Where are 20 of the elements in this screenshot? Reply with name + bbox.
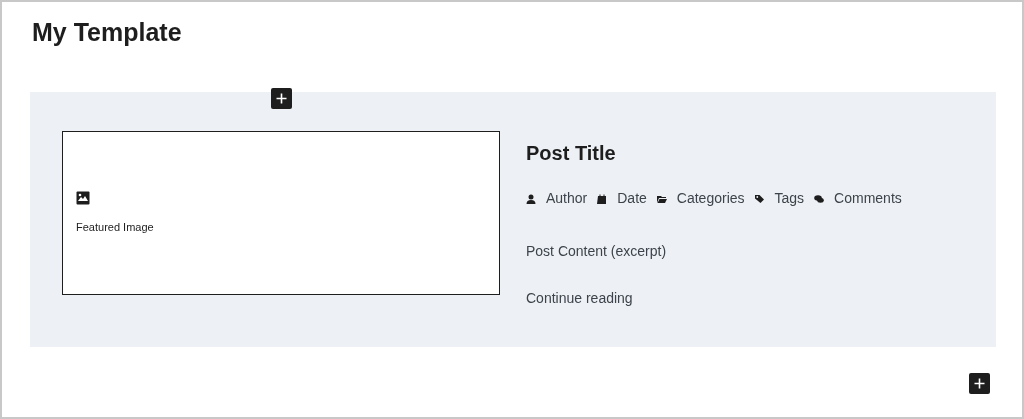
folder-icon	[656, 193, 667, 204]
post-title: Post Title	[526, 141, 617, 166]
post-meta-comments: Comments	[834, 189, 902, 208]
page-title: My Template	[32, 17, 182, 48]
post-meta-tags: Tags	[774, 188, 805, 209]
continue-reading-link[interactable]: Continue reading	[526, 288, 902, 309]
post-meta-date: Date	[617, 189, 647, 208]
speech-bubbles-icon	[814, 193, 825, 204]
add-block-button[interactable]	[271, 88, 292, 109]
post-meta-categories: Categories	[676, 189, 745, 208]
plus-icon	[974, 378, 985, 389]
tags-icon	[754, 193, 765, 204]
calendar-icon	[597, 193, 608, 204]
featured-image-label: Featured Image	[76, 219, 155, 235]
image-icon	[76, 190, 90, 205]
post-meta-author: Author	[546, 189, 588, 208]
person-icon	[526, 193, 536, 204]
add-block-button[interactable]	[969, 373, 990, 394]
post-excerpt: Post Content (excerpt)	[526, 242, 668, 261]
plus-icon	[276, 93, 287, 104]
